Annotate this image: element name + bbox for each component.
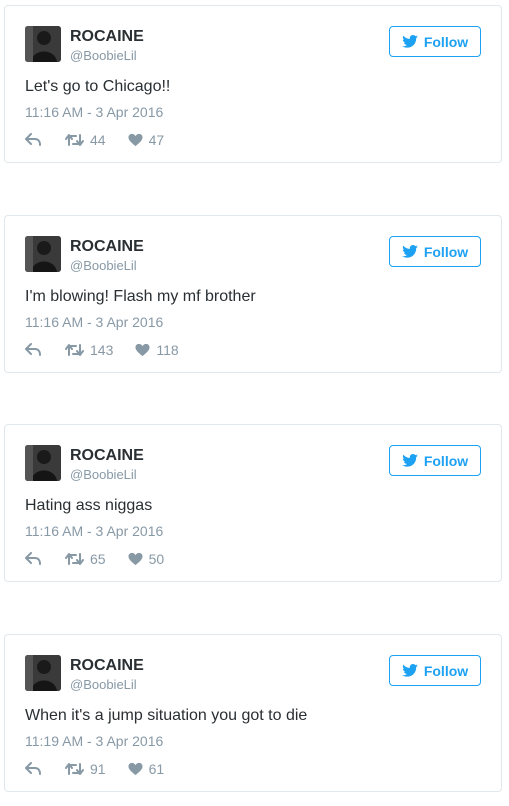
display-name[interactable]: ROCAINE bbox=[70, 238, 144, 256]
avatar[interactable] bbox=[25, 655, 61, 691]
retweet-button[interactable]: 65 bbox=[65, 551, 106, 567]
user-handle[interactable]: @BoobieLil bbox=[70, 258, 137, 273]
like-count: 50 bbox=[148, 551, 165, 567]
like-count: 61 bbox=[148, 761, 165, 777]
tweet-card: ROCAINE @BoobieLil Follow Hating ass nig… bbox=[4, 424, 502, 582]
tweet-card: ROCAINE @BoobieLil Follow Let's go to Ch… bbox=[4, 5, 502, 163]
user-handle[interactable]: @BoobieLil bbox=[70, 48, 137, 63]
tweet-timestamp[interactable]: 11:16 AM - 3 Apr 2016 bbox=[25, 523, 163, 539]
tweet-actions: 143 118 bbox=[25, 341, 179, 359]
like-button[interactable]: 50 bbox=[128, 551, 165, 567]
tweet-timestamp[interactable]: 11:19 AM - 3 Apr 2016 bbox=[25, 733, 163, 749]
display-name[interactable]: ROCAINE bbox=[70, 447, 144, 465]
retweet-button[interactable]: 143 bbox=[65, 342, 113, 358]
follow-button[interactable]: Follow bbox=[389, 236, 481, 267]
follow-label: Follow bbox=[423, 33, 469, 50]
tweet-actions: 65 50 bbox=[25, 550, 164, 568]
tweet-text: When it's a jump situation you got to di… bbox=[25, 707, 308, 724]
follow-label: Follow bbox=[423, 662, 469, 679]
reply-icon bbox=[25, 133, 41, 147]
avatar[interactable] bbox=[25, 236, 61, 272]
retweet-count: 44 bbox=[90, 132, 106, 148]
follow-button[interactable]: Follow bbox=[389, 26, 481, 57]
heart-icon bbox=[135, 343, 150, 357]
tweet-timestamp[interactable]: 11:16 AM - 3 Apr 2016 bbox=[25, 314, 163, 330]
retweet-icon bbox=[65, 133, 84, 147]
like-button[interactable]: 47 bbox=[128, 132, 165, 148]
follow-label: Follow bbox=[423, 452, 469, 469]
reply-button[interactable] bbox=[25, 343, 43, 357]
follow-label: Follow bbox=[423, 243, 469, 260]
retweet-icon bbox=[65, 762, 84, 776]
twitter-bird-icon bbox=[402, 454, 418, 467]
tweet-timestamp[interactable]: 11:16 AM - 3 Apr 2016 bbox=[25, 104, 163, 120]
reply-icon bbox=[25, 762, 41, 776]
retweet-button[interactable]: 44 bbox=[65, 132, 106, 148]
twitter-bird-icon bbox=[402, 35, 418, 48]
tweet-text: Hating ass niggas bbox=[25, 497, 153, 514]
retweet-count: 143 bbox=[90, 342, 114, 358]
twitter-bird-icon bbox=[402, 245, 418, 258]
tweet-actions: 91 61 bbox=[25, 760, 164, 778]
heart-icon bbox=[128, 552, 143, 566]
retweet-icon bbox=[65, 552, 84, 566]
tweet-text: Let's go to Chicago!! bbox=[25, 78, 171, 95]
like-count: 47 bbox=[148, 132, 165, 148]
reply-icon bbox=[25, 552, 41, 566]
follow-button[interactable]: Follow bbox=[389, 655, 481, 686]
reply-button[interactable] bbox=[25, 552, 43, 566]
retweet-count: 91 bbox=[90, 761, 106, 777]
reply-icon bbox=[25, 343, 41, 357]
like-button[interactable]: 118 bbox=[135, 342, 179, 358]
follow-button[interactable]: Follow bbox=[389, 445, 481, 476]
twitter-bird-icon bbox=[402, 664, 418, 677]
heart-icon bbox=[128, 762, 143, 776]
avatar[interactable] bbox=[25, 445, 61, 481]
display-name[interactable]: ROCAINE bbox=[70, 657, 144, 675]
like-button[interactable]: 61 bbox=[128, 761, 165, 777]
user-handle[interactable]: @BoobieLil bbox=[70, 467, 137, 482]
user-handle[interactable]: @BoobieLil bbox=[70, 677, 137, 692]
display-name[interactable]: ROCAINE bbox=[70, 28, 144, 46]
retweet-button[interactable]: 91 bbox=[65, 761, 106, 777]
tweet-text: I'm blowing! Flash my mf brother bbox=[25, 288, 256, 305]
reply-button[interactable] bbox=[25, 762, 43, 776]
tweet-card: ROCAINE @BoobieLil Follow I'm blowing! F… bbox=[4, 215, 502, 373]
retweet-icon bbox=[65, 343, 84, 357]
heart-icon bbox=[128, 133, 143, 147]
avatar[interactable] bbox=[25, 26, 61, 62]
tweet-actions: 44 47 bbox=[25, 131, 164, 149]
retweet-count: 65 bbox=[90, 551, 106, 567]
like-count: 118 bbox=[156, 342, 179, 358]
tweet-card: ROCAINE @BoobieLil Follow When it's a ju… bbox=[4, 634, 502, 792]
reply-button[interactable] bbox=[25, 133, 43, 147]
